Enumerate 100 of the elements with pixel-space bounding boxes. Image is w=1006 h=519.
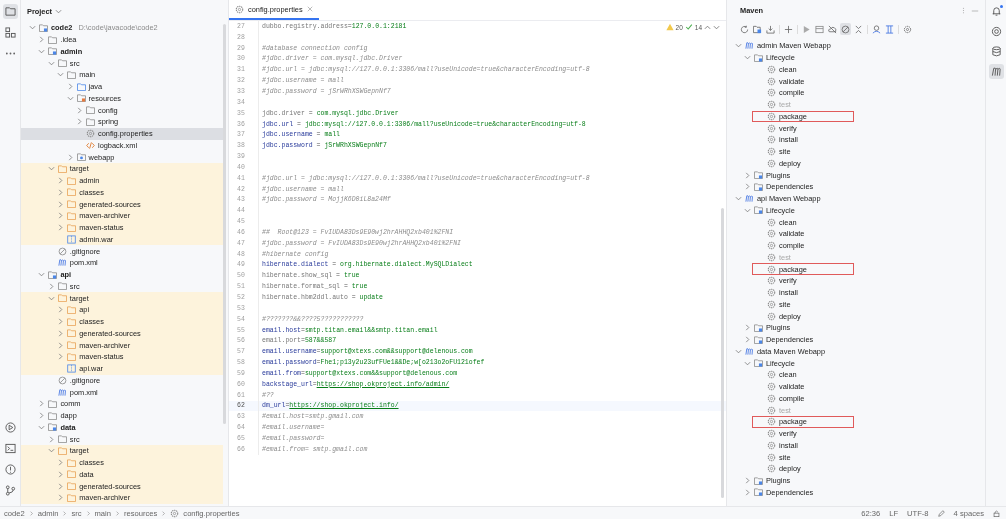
chevron-right-icon[interactable] (57, 341, 65, 349)
module-folder-icon (754, 476, 763, 485)
chevron-down-icon[interactable] (57, 71, 65, 79)
folder-icon (48, 35, 58, 44)
close-icon[interactable] (306, 6, 313, 12)
chevron-down-icon[interactable] (744, 206, 751, 214)
chevron-down-icon[interactable] (38, 47, 46, 55)
collapse-icon[interactable] (854, 24, 863, 34)
chevron-down-icon[interactable] (744, 359, 751, 367)
chevron-right-icon[interactable] (57, 177, 65, 185)
chevron-down-icon[interactable] (29, 24, 36, 32)
forbidden-icon (57, 375, 67, 385)
gear-icon (235, 4, 244, 14)
chevron-down-icon[interactable] (735, 347, 742, 355)
chevron-right-icon[interactable] (744, 324, 751, 332)
chevron-down-icon[interactable] (47, 59, 55, 67)
chevron-down-icon[interactable] (47, 294, 55, 302)
module-folder-icon (48, 47, 58, 56)
chevron-down-icon[interactable] (735, 195, 742, 203)
chevron-right-icon[interactable] (57, 470, 65, 478)
chevron-down-icon[interactable] (38, 423, 46, 431)
chevron-right-icon[interactable] (57, 212, 65, 220)
columns-icon[interactable] (885, 24, 894, 34)
plus-icon[interactable] (784, 24, 793, 34)
warning-circle-icon[interactable] (4, 464, 16, 475)
chevron-down-icon[interactable] (55, 7, 63, 15)
chevron-down-icon[interactable] (66, 94, 74, 102)
play-circle-icon[interactable] (4, 422, 16, 433)
chevron-right-icon[interactable] (744, 477, 751, 485)
chevron-down-icon[interactable] (47, 165, 55, 173)
chevron-down-icon[interactable] (38, 271, 46, 279)
archive-icon (67, 234, 77, 244)
git-branch-icon[interactable] (4, 485, 16, 496)
chevron-right-icon[interactable] (57, 188, 65, 196)
module-folder-icon (754, 182, 763, 191)
scrollbar[interactable] (721, 208, 724, 498)
pencil-icon[interactable] (937, 509, 945, 517)
chevron-right-icon[interactable] (744, 171, 751, 179)
chevron-right-icon[interactable] (66, 153, 74, 161)
chevron-right-icon[interactable] (76, 118, 83, 126)
module-folder-icon (754, 53, 763, 62)
check-icon[interactable] (684, 23, 693, 31)
forbidden-icon (57, 246, 67, 256)
chevron-right-icon[interactable] (38, 36, 46, 44)
module-folder-icon (754, 206, 763, 215)
chevron-right-icon[interactable] (57, 459, 65, 467)
chevron-right-icon[interactable] (57, 224, 65, 232)
person-icon[interactable] (872, 24, 881, 34)
chevron-right-icon[interactable] (744, 488, 751, 496)
chevron-right-icon[interactable] (38, 400, 46, 408)
refresh-icon[interactable] (740, 24, 749, 34)
chevron-right-icon (62, 510, 68, 516)
chevron-right-icon (85, 510, 91, 516)
window-icon[interactable] (815, 24, 824, 34)
chevron-right-icon (28, 510, 34, 516)
cloud-off-icon[interactable] (828, 24, 837, 34)
module-folder-icon (48, 270, 58, 279)
chevron-right-icon[interactable] (744, 183, 751, 191)
module-folder-icon (48, 423, 58, 432)
forbidden-icon[interactable] (841, 24, 850, 34)
download-icon[interactable] (766, 24, 775, 34)
chevron-down-icon[interactable] (713, 23, 720, 31)
chevron-right-icon[interactable] (57, 200, 65, 208)
chevron-right-icon[interactable] (47, 435, 55, 443)
chevron-right-icon[interactable] (38, 412, 46, 420)
chevron-right-icon[interactable] (57, 353, 65, 361)
folder-icon (76, 153, 86, 162)
settings-icon[interactable] (903, 24, 912, 34)
chevron-down-icon[interactable] (744, 54, 751, 62)
chevron-right-icon[interactable] (76, 106, 83, 114)
terminal-icon[interactable] (4, 443, 16, 454)
archive-icon (67, 364, 77, 374)
chevron-down-icon[interactable] (47, 447, 55, 455)
chevron-up-icon[interactable] (704, 23, 711, 31)
maven-icon (745, 41, 754, 51)
play-icon[interactable] (802, 24, 811, 34)
chevron-right-icon[interactable] (57, 318, 65, 326)
module-folder-icon (754, 335, 763, 344)
module-folder-icon (39, 23, 48, 32)
chevron-right-icon (161, 510, 167, 516)
chevron-right-icon[interactable] (66, 83, 74, 91)
folder-icon (76, 94, 86, 103)
module-folder-icon (754, 171, 763, 180)
module-folder-icon (754, 323, 763, 332)
maven-icon (57, 387, 67, 397)
folder-plus-icon[interactable] (753, 24, 762, 34)
module-folder-icon (754, 359, 763, 368)
chevron-right-icon[interactable] (57, 329, 65, 337)
lock-icon[interactable] (993, 509, 1000, 517)
chevron-right-icon[interactable] (57, 494, 65, 502)
chevron-down-icon[interactable] (735, 42, 742, 50)
chevron-right-icon[interactable] (57, 306, 65, 314)
chevron-right-icon[interactable] (47, 282, 55, 290)
code-icon (86, 140, 95, 150)
warning-icon[interactable] (665, 23, 674, 31)
chevron-right-icon (115, 510, 120, 516)
chevron-right-icon[interactable] (744, 336, 751, 344)
chevron-right-icon[interactable] (57, 482, 65, 490)
notification-dot (999, 5, 1003, 8)
maven-icon (57, 258, 67, 268)
